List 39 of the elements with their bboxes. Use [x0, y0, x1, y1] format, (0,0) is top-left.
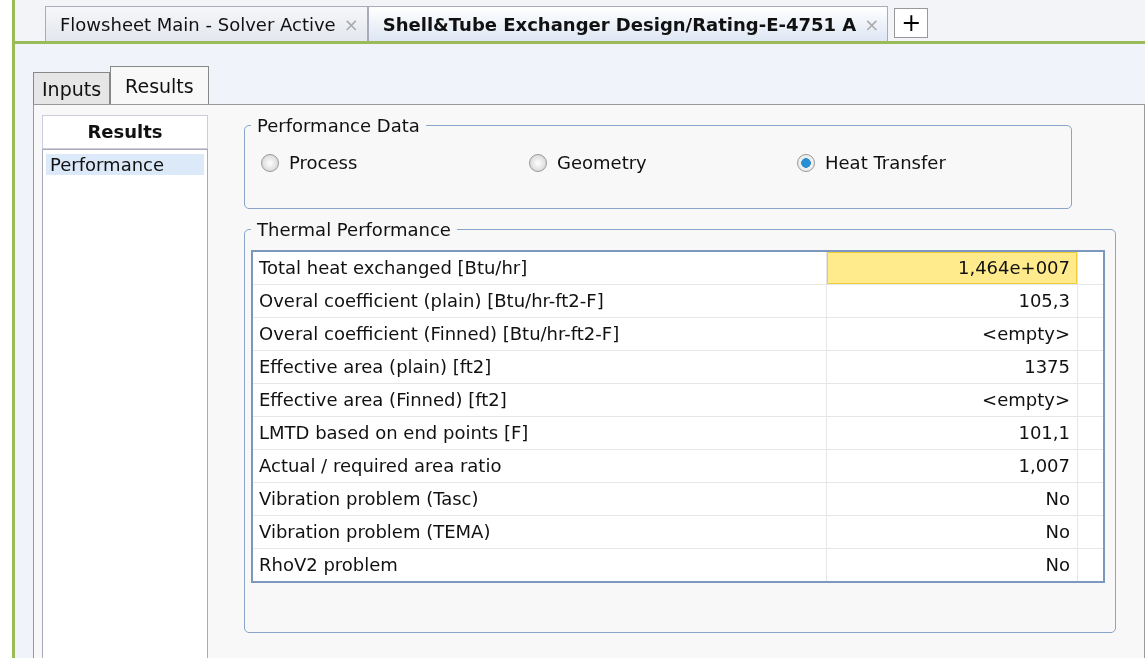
radio-label: Geometry — [557, 152, 647, 173]
table-cell[interactable]: No — [827, 549, 1077, 581]
table-cell[interactable]: 105,3 — [827, 285, 1077, 317]
radio-icon[interactable] — [529, 153, 547, 172]
tab[interactable]: Inputs — [33, 72, 111, 104]
radio-icon[interactable] — [261, 153, 279, 172]
table-cell[interactable]: 1,007 — [827, 450, 1077, 482]
document-tab[interactable]: Flowsheet Main - Solver Active × — [45, 6, 368, 41]
table-cell[interactable]: 1,464e+007 — [827, 252, 1077, 284]
group-title: Performance Data — [256, 115, 421, 136]
group-title: Thermal Performance — [256, 219, 452, 240]
radio-option[interactable]: Geometry — [529, 152, 797, 173]
table-cell: Overal coefficient (Finned) [Btu/hr-ft2-F] — [253, 318, 827, 350]
table-cell[interactable]: 101,1 — [827, 417, 1077, 449]
table-cell: Overal coefficient (plain) [Btu/hr-ft2-F] — [253, 285, 827, 317]
table-cell: Actual / required area ratio — [253, 450, 827, 482]
table-cell[interactable]: No — [827, 516, 1077, 548]
table-cell: LMTD based on end points [F] — [253, 417, 827, 449]
radio-label: Process — [289, 152, 358, 173]
table-cell: Effective area (Finned) [ft2] — [253, 384, 827, 416]
table-cell[interactable]: <empty> — [827, 318, 1077, 350]
radio-option[interactable]: Process — [261, 152, 529, 173]
radio-label: Heat Transfer — [825, 152, 946, 173]
tab-label: Shell&Tube Exchanger Design/Rating-E-4751 A — [382, 13, 857, 35]
table-cell: Effective area (plain) [ft2] — [253, 351, 827, 383]
document-tab[interactable]: Shell&Tube Exchanger Design/Rating-E-4751 A × — [367, 6, 889, 41]
table-cell: Vibration problem (Tasc) — [253, 483, 827, 515]
table-cell[interactable]: <empty> — [827, 384, 1077, 416]
table-cell: RhoV2 problem — [253, 549, 827, 581]
sidebar-title: Results — [42, 115, 208, 149]
sidebar-item[interactable]: Performance — [46, 154, 204, 175]
tab-label: Flowsheet Main - Solver Active — [60, 13, 336, 35]
table-cell[interactable]: 1375 — [827, 351, 1077, 383]
table-cell: Vibration problem (TEMA) — [253, 516, 827, 548]
radio-icon[interactable] — [797, 153, 815, 172]
tab[interactable]: Results — [110, 66, 209, 104]
new-tab-button[interactable]: + — [894, 8, 929, 38]
radio-option[interactable]: Heat Transfer — [797, 152, 1065, 173]
table-cell[interactable]: No — [827, 483, 1077, 515]
